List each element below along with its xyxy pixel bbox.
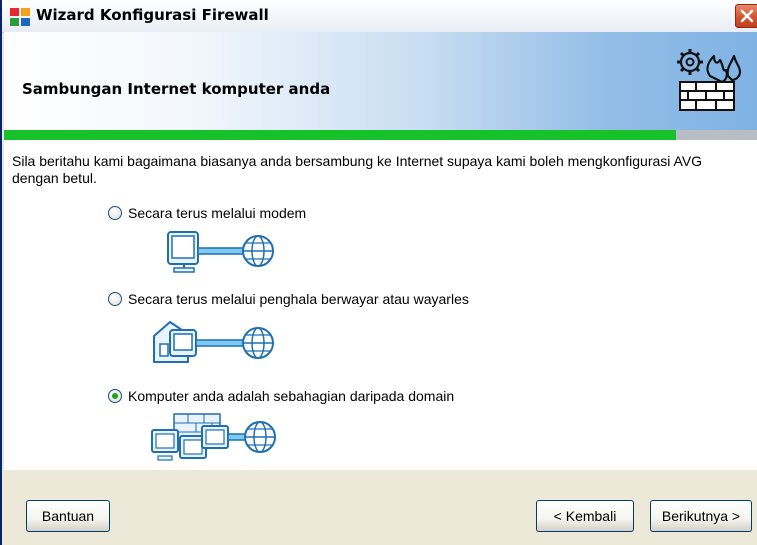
intro-text: Sila beritahu kami bagaimana biasanya an… — [12, 153, 703, 186]
radio-domain[interactable] — [108, 389, 122, 403]
wizard-window: Wizard Konfigurasi Firewall Sambungan In… — [0, 0, 757, 545]
option-modem[interactable]: Secara terus melalui modem — [108, 203, 306, 223]
header-title: Sambungan Internet komputer anda — [22, 80, 331, 98]
wizard-content: Sila beritahu kami bagaimana biasanya an… — [4, 140, 757, 470]
radio-modem[interactable] — [108, 206, 122, 220]
wizard-footer: Bantuan < Kembali Berikutnya > — [4, 470, 757, 545]
radio-router[interactable] — [108, 292, 122, 306]
back-button[interactable]: < Kembali — [536, 500, 634, 532]
next-button[interactable]: Berikutnya > — [650, 500, 752, 532]
router-computer-internet-icon — [153, 321, 274, 363]
window-title: Wizard Konfigurasi Firewall — [36, 6, 269, 24]
help-button[interactable]: Bantuan — [26, 500, 110, 532]
title-bar[interactable]: Wizard Konfigurasi Firewall — [2, 0, 757, 33]
close-button[interactable] — [735, 4, 757, 28]
domain-network-internet-icon — [151, 413, 276, 461]
firewall-gear-icon — [677, 49, 742, 111]
wizard-header: Sambungan Internet komputer anda — [4, 32, 757, 130]
computer-modem-internet-icon — [167, 231, 274, 273]
option-domain-label: Komputer anda adalah sebahagian daripada… — [128, 388, 455, 404]
option-modem-label: Secara terus melalui modem — [128, 205, 307, 221]
option-domain[interactable]: Komputer anda adalah sebahagian daripada… — [108, 386, 454, 406]
wizard-progress-bar — [4, 130, 757, 140]
close-icon — [740, 9, 754, 23]
progress-fill — [4, 130, 676, 140]
radio-dot — [112, 393, 118, 399]
avg-logo-icon — [10, 8, 30, 26]
option-router[interactable]: Secara terus melalui penghala berwayar a… — [108, 289, 469, 309]
option-router-label: Secara terus melalui penghala berwayar a… — [128, 291, 469, 307]
